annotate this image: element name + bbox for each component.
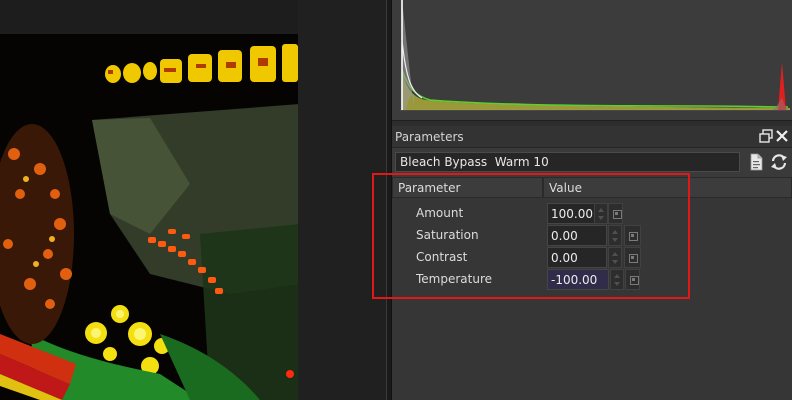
table-row: Contrast 0.00 [392, 246, 792, 268]
temperature-reset-button[interactable] [625, 269, 640, 290]
column-header-parameter[interactable]: Parameter [392, 177, 543, 198]
histogram-graph [400, 0, 790, 111]
param-label-temperature: Temperature [416, 272, 493, 286]
refresh-icon[interactable] [770, 153, 788, 171]
preset-row: Bleach Bypass Warm 10 [392, 150, 792, 174]
saturation-spinner[interactable] [608, 225, 622, 246]
contrast-reset-button[interactable] [624, 247, 641, 268]
preview-image [0, 34, 298, 400]
table-row: Amount 100.00 [392, 202, 792, 224]
temperature-value-input[interactable]: -100.00 [547, 269, 609, 290]
param-label-amount: Amount [416, 206, 464, 220]
saturation-value-input[interactable]: 0.00 [547, 225, 607, 246]
saturation-reset-button[interactable] [624, 225, 641, 246]
histogram [392, 0, 792, 120]
column-header-value[interactable]: Value [543, 177, 792, 198]
param-label-saturation: Saturation [416, 228, 479, 242]
image-viewer[interactable] [0, 0, 386, 400]
table-row: Saturation 0.00 [392, 224, 792, 246]
close-icon[interactable] [775, 129, 789, 143]
temperature-spinner[interactable] [610, 269, 624, 290]
right-panel: Parameters Bleach Bypass Warm 10 Paramet… [392, 0, 792, 400]
contrast-spinner[interactable] [608, 247, 622, 268]
restore-window-icon[interactable] [759, 129, 773, 143]
param-label-contrast: Contrast [416, 250, 468, 264]
viewer-background [298, 0, 386, 400]
amount-spinner[interactable] [594, 203, 608, 224]
amount-reset-button[interactable] [608, 203, 623, 224]
document-icon[interactable] [747, 153, 765, 171]
parameters-header: Parameters [392, 126, 792, 148]
preset-name-field[interactable]: Bleach Bypass Warm 10 [395, 152, 740, 172]
contrast-value-input[interactable]: 0.00 [547, 247, 607, 268]
table-row: Temperature -100.00 [392, 268, 792, 290]
parameters-title: Parameters [395, 130, 464, 144]
parameters-table: Parameter Value Amount 100.00 Saturation… [392, 177, 792, 400]
